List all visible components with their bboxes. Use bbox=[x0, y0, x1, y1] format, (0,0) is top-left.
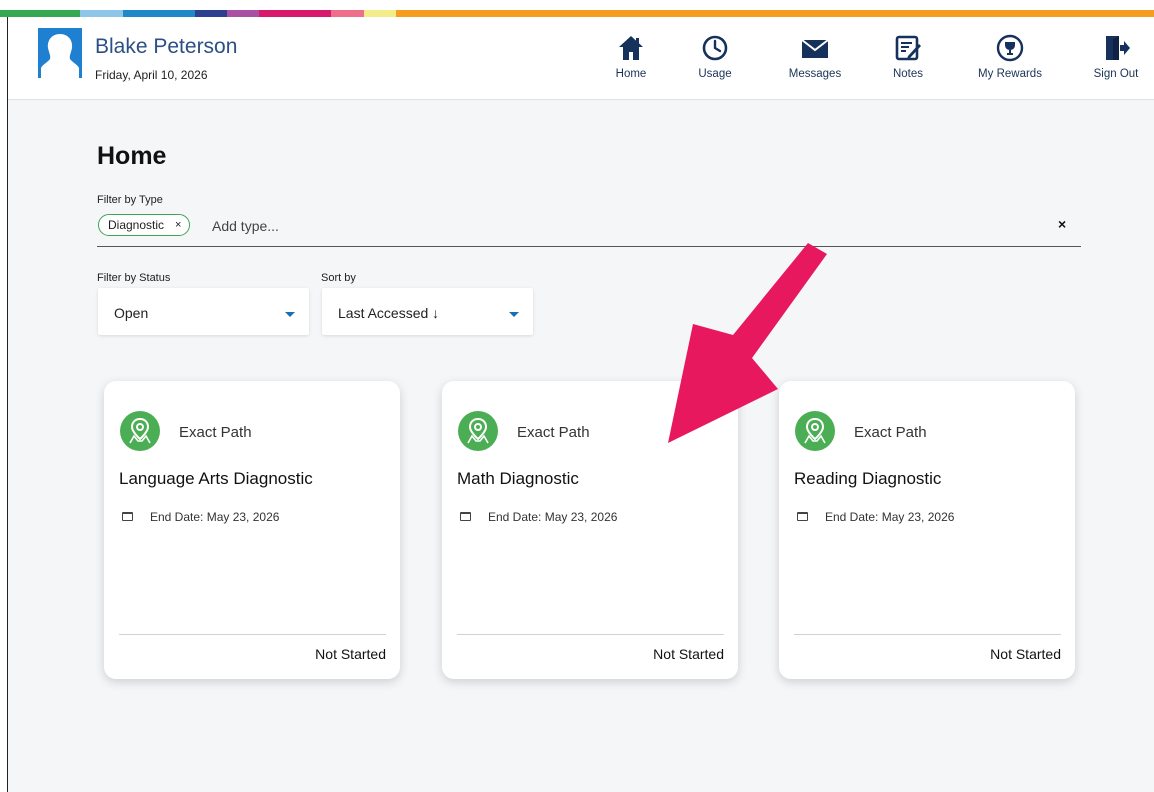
nav-label-home: Home bbox=[615, 68, 647, 80]
card-end-date: End Date: May 23, 2026 bbox=[150, 510, 280, 524]
status-select-value: Open bbox=[114, 305, 149, 321]
card-divider bbox=[119, 634, 386, 635]
chevron-down-icon bbox=[285, 312, 295, 317]
nav-usage[interactable]: Usage bbox=[690, 34, 740, 90]
nav-sign-out[interactable]: Sign Out bbox=[1088, 34, 1144, 90]
envelope-icon bbox=[801, 39, 829, 58]
card-title: Language Arts Diagnostic bbox=[119, 469, 313, 488]
current-date: Friday, April 10, 2026 bbox=[95, 68, 208, 82]
nav-label-sign-out: Sign Out bbox=[1093, 68, 1139, 80]
home-icon bbox=[619, 36, 643, 60]
nav-notes[interactable]: Notes bbox=[883, 34, 933, 90]
nav-label-notes: Notes bbox=[892, 68, 924, 80]
status-select[interactable]: Open bbox=[98, 288, 309, 335]
stripe-green bbox=[0, 10, 80, 17]
calendar-icon bbox=[460, 512, 471, 521]
nav-label-usage: Usage bbox=[698, 68, 732, 80]
card-divider bbox=[794, 634, 1061, 635]
card-status: Not Started bbox=[315, 646, 386, 662]
filter-chip-diagnostic[interactable]: Diagnostic × bbox=[98, 214, 191, 236]
chip-label: Diagnostic bbox=[108, 218, 165, 232]
chip-remove-icon[interactable]: × bbox=[175, 219, 181, 231]
stripe-orange bbox=[396, 10, 1154, 17]
assignment-card[interactable]: Exact Path Reading Diagnostic End Date: … bbox=[779, 381, 1075, 679]
nav-label-messages: Messages bbox=[788, 68, 842, 80]
card-brand: Exact Path bbox=[517, 424, 590, 441]
nav-my-rewards[interactable]: My Rewards bbox=[973, 34, 1047, 90]
card-brand: Exact Path bbox=[854, 424, 927, 441]
nav-label-my-rewards: My Rewards bbox=[978, 68, 1042, 80]
card-title: Math Diagnostic bbox=[457, 469, 579, 488]
stripe-purple bbox=[227, 10, 259, 17]
map-pin-icon bbox=[458, 411, 498, 451]
card-status: Not Started bbox=[990, 646, 1061, 662]
sign-out-icon bbox=[1106, 36, 1130, 60]
stripe-indigo bbox=[195, 10, 227, 17]
app-frame: Blake Peterson Friday, April 10, 2026 Ho… bbox=[7, 17, 1154, 792]
stripe-blue bbox=[123, 10, 195, 17]
clear-filter-icon[interactable]: × bbox=[1058, 216, 1066, 232]
app-header: Blake Peterson Friday, April 10, 2026 Ho… bbox=[8, 17, 1154, 100]
card-end-date: End Date: May 23, 2026 bbox=[825, 510, 955, 524]
avatar-silhouette-icon bbox=[41, 34, 79, 78]
page-title: Home bbox=[97, 142, 167, 170]
card-title: Reading Diagnostic bbox=[794, 469, 942, 488]
calendar-icon bbox=[122, 512, 133, 521]
assignment-card[interactable]: Exact Path Math Diagnostic End Date: May… bbox=[442, 381, 738, 679]
chevron-down-icon bbox=[509, 312, 519, 317]
sort-select-value: Last Accessed ↓ bbox=[338, 305, 440, 321]
map-pin-icon bbox=[120, 411, 160, 451]
brand-color-strip bbox=[0, 0, 1154, 18]
filter-status-label: Filter by Status bbox=[97, 272, 171, 284]
add-type-input[interactable] bbox=[210, 215, 914, 237]
nav-home[interactable]: Home bbox=[606, 34, 656, 90]
calendar-icon bbox=[797, 512, 808, 521]
filter-type-label: Filter by Type bbox=[97, 194, 163, 206]
filter-underline bbox=[97, 246, 1081, 247]
sort-select[interactable]: Last Accessed ↓ bbox=[322, 288, 533, 335]
card-end-date: End Date: May 23, 2026 bbox=[488, 510, 618, 524]
notes-icon bbox=[895, 35, 921, 61]
stripe-magenta bbox=[259, 10, 331, 17]
card-status: Not Started bbox=[653, 646, 724, 662]
trophy-icon bbox=[996, 34, 1024, 62]
nav-messages[interactable]: Messages bbox=[783, 34, 847, 90]
avatar[interactable] bbox=[38, 28, 82, 78]
sort-by-label: Sort by bbox=[321, 272, 356, 284]
stripe-pink bbox=[331, 10, 364, 17]
card-brand: Exact Path bbox=[179, 424, 252, 441]
stripe-light-blue bbox=[80, 10, 123, 17]
clock-icon bbox=[702, 35, 728, 61]
map-pin-icon bbox=[795, 411, 835, 451]
stripe-yellow bbox=[364, 10, 396, 17]
user-name: Blake Peterson bbox=[95, 35, 238, 58]
assignment-card[interactable]: Exact Path Language Arts Diagnostic End … bbox=[104, 381, 400, 679]
card-divider bbox=[457, 634, 724, 635]
